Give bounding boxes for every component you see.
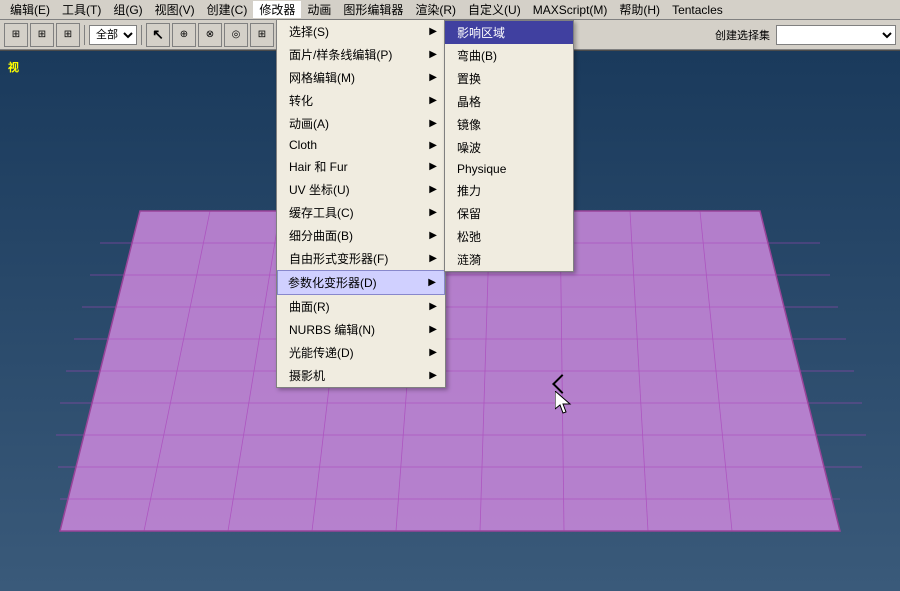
menu-select[interactable]: 选择(S) ▶ <box>277 20 445 43</box>
arrow-icon: ▶ <box>429 301 437 312</box>
arrow-icon: ▶ <box>429 161 437 172</box>
submenu-push[interactable]: 推力 <box>445 179 573 202</box>
submenu-affect-region[interactable]: 影响区域 <box>445 21 573 44</box>
arrow-icon: ▶ <box>429 49 437 60</box>
submenu-displace[interactable]: 置换 <box>445 67 573 90</box>
menu-bar: 编辑(E) 工具(T) 组(G) 视图(V) 创建(C) 修改器 动画 图形编辑… <box>0 0 900 20</box>
create-selection-set-label: 创建选择集 <box>715 27 770 43</box>
toolbar-btn-1[interactable]: ⊞ <box>4 23 28 47</box>
arrow-icon: ▶ <box>429 140 437 151</box>
toolbar-btn-6[interactable]: ⊗ <box>198 23 222 47</box>
submenu-lattice[interactable]: 晶格 <box>445 90 573 113</box>
menu-item-graph-editor[interactable]: 图形编辑器 <box>337 1 409 18</box>
submenu-ripple[interactable]: 涟漪 <box>445 248 573 271</box>
arrow-icon: ▶ <box>429 230 437 241</box>
menu-cloth[interactable]: Cloth ▶ <box>277 135 445 155</box>
arrow-icon: ▶ <box>429 253 437 264</box>
menu-item-help[interactable]: 帮助(H) <box>613 1 666 18</box>
menu-hair-fur[interactable]: Hair 和 Fur ▶ <box>277 155 445 178</box>
menu-item-create[interactable]: 创建(C) <box>201 1 254 18</box>
arrow-icon: ▶ <box>429 184 437 195</box>
arrow-icon: ▶ <box>429 207 437 218</box>
submenu-mirror[interactable]: 镜像 <box>445 113 573 136</box>
menu-item-maxscript[interactable]: MAXScript(M) <box>527 3 614 17</box>
submenu-relax[interactable]: 松弛 <box>445 225 573 248</box>
parametric-deformers-submenu: 影响区域 弯曲(B) 置换 晶格 镜像 噪波 Physique 推力 保留 松弛… <box>444 20 574 272</box>
menu-item-group[interactable]: 组(G) <box>107 1 148 18</box>
arrow-icon: ▶ <box>429 26 437 37</box>
arrow-icon: ▶ <box>428 277 436 288</box>
toolbar-btn-8[interactable]: ⊞ <box>250 23 274 47</box>
menu-uv[interactable]: UV 坐标(U) ▶ <box>277 178 445 201</box>
menu-camera[interactable]: 摄影机 ▶ <box>277 364 445 387</box>
menu-item-edit[interactable]: 编辑(E) <box>4 1 56 18</box>
arrow-icon: ▶ <box>429 118 437 129</box>
menu-convert[interactable]: 转化 ▶ <box>277 89 445 112</box>
modifier-dropdown-menu: 选择(S) ▶ 面片/样条线编辑(P) ▶ 网格编辑(M) ▶ 转化 ▶ 动画(… <box>276 20 446 388</box>
selection-set-dropdown[interactable] <box>776 25 896 45</box>
toolbar-btn-5[interactable]: ⊕ <box>172 23 196 47</box>
arrow-icon: ▶ <box>429 324 437 335</box>
toolbar-sep-2 <box>141 25 142 45</box>
submenu-bend[interactable]: 弯曲(B) <box>445 44 573 67</box>
menu-nurbs[interactable]: NURBS 编辑(N) ▶ <box>277 318 445 341</box>
menu-item-render[interactable]: 渲染(R) <box>409 1 462 18</box>
arrow-icon: ▶ <box>429 370 437 381</box>
toolbar-sep-1 <box>84 25 85 45</box>
toolbar-btn-3[interactable]: ⊞ <box>56 23 80 47</box>
arrow-icon: ▶ <box>429 72 437 83</box>
menu-parametric-deformers[interactable]: 参数化变形器(D) ▶ <box>277 270 445 295</box>
menu-mesh-edit[interactable]: 网格编辑(M) ▶ <box>277 66 445 89</box>
menu-item-customize[interactable]: 自定义(U) <box>462 1 527 18</box>
menu-animation[interactable]: 动画(A) ▶ <box>277 112 445 135</box>
menu-item-animation[interactable]: 动画 <box>301 1 337 18</box>
menu-ffd[interactable]: 自由形式变形器(F) ▶ <box>277 247 445 270</box>
menu-item-tentacles[interactable]: Tentacles <box>666 3 729 17</box>
submenu-preserve[interactable]: 保留 <box>445 202 573 225</box>
menu-item-modifier[interactable]: 修改器 <box>253 1 301 18</box>
menu-item-view[interactable]: 视图(V) <box>149 1 201 18</box>
submenu-noise[interactable]: 噪波 <box>445 136 573 159</box>
menu-radiosity[interactable]: 光能传递(D) ▶ <box>277 341 445 364</box>
menu-surface[interactable]: 曲面(R) ▶ <box>277 295 445 318</box>
viewport-perspective-label: 视 <box>8 59 19 75</box>
menu-patch-spline[interactable]: 面片/样条线编辑(P) ▶ <box>277 43 445 66</box>
toolbar-btn-7[interactable]: ◎ <box>224 23 248 47</box>
toolbar-btn-2[interactable]: ⊞ <box>30 23 54 47</box>
select-tool[interactable]: ↖ <box>146 23 170 47</box>
arrow-icon: ▶ <box>429 347 437 358</box>
menu-subdivision[interactable]: 细分曲面(B) ▶ <box>277 224 445 247</box>
menu-item-tools[interactable]: 工具(T) <box>56 1 107 18</box>
submenu-physique[interactable]: Physique <box>445 159 573 179</box>
menu-cache[interactable]: 缓存工具(C) ▶ <box>277 201 445 224</box>
selection-filter[interactable]: 全部 <box>89 25 137 45</box>
arrow-icon: ▶ <box>429 95 437 106</box>
